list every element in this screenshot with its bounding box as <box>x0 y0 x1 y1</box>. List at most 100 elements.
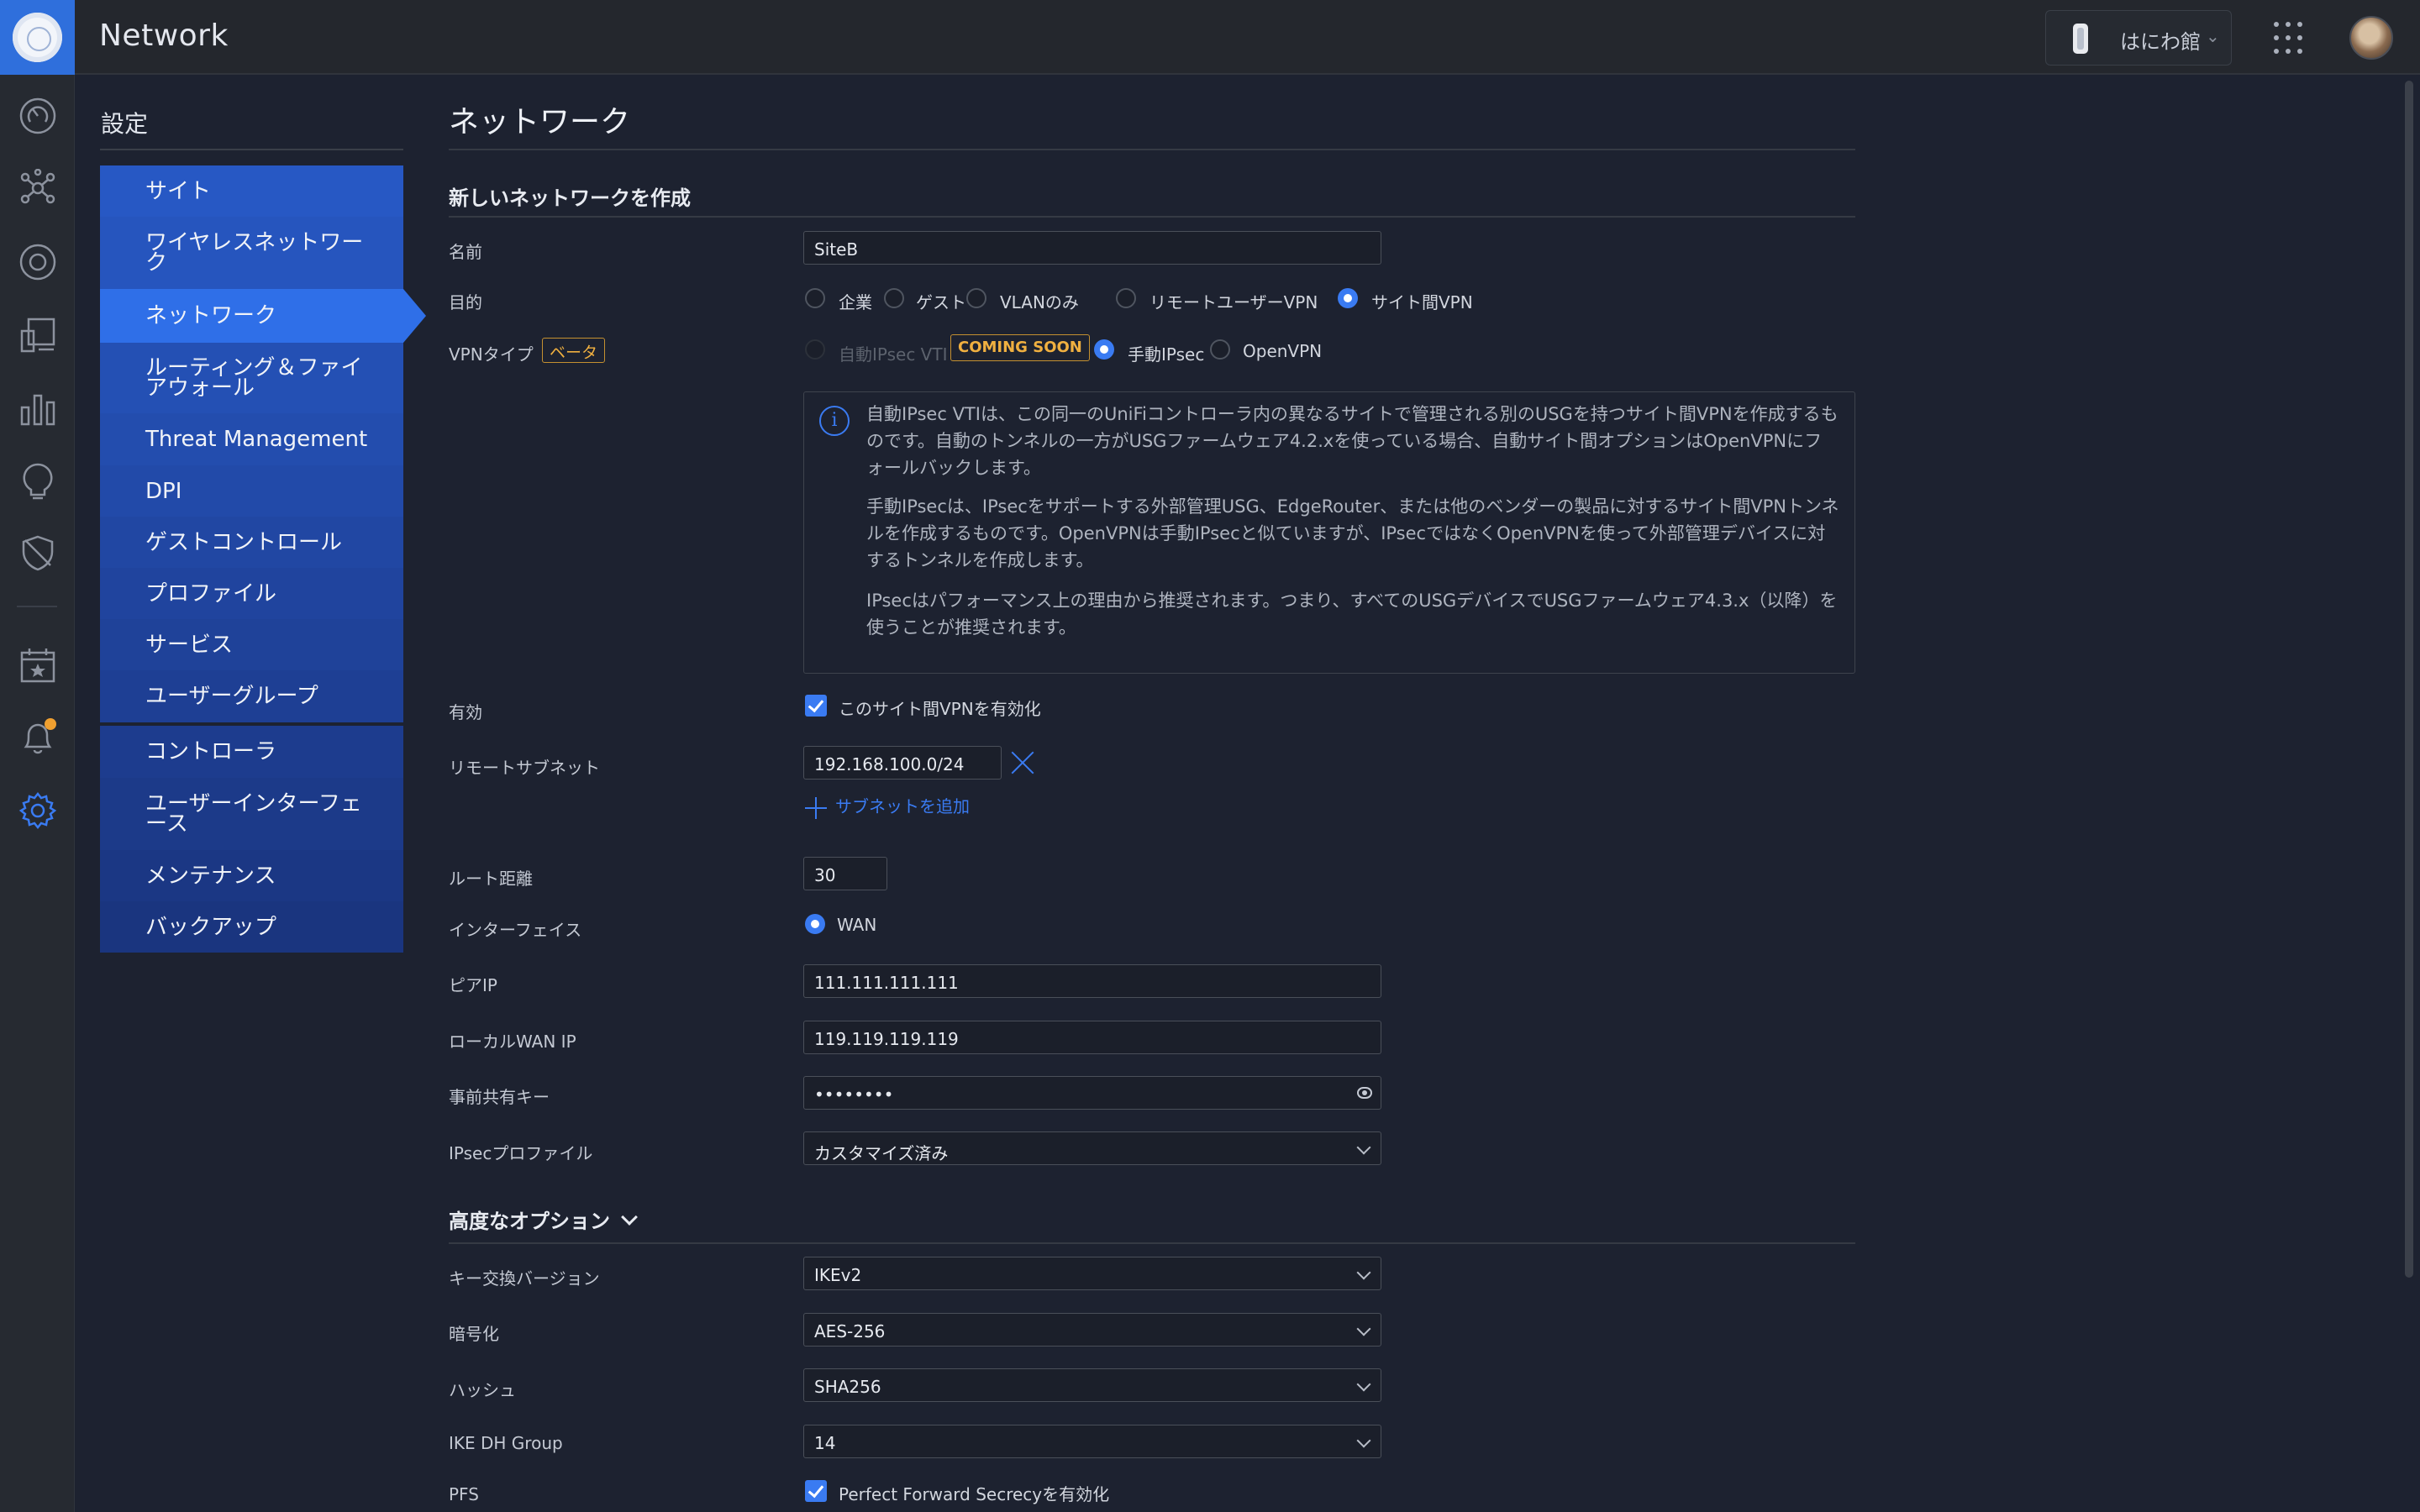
settings-gear-icon[interactable] <box>18 791 57 830</box>
events-calendar-icon[interactable] <box>18 646 57 685</box>
remove-subnet-icon[interactable] <box>1010 749 1035 774</box>
menu-item-label: サービス <box>145 632 234 658</box>
remote-subnet-input[interactable]: 192.168.100.0/24 <box>803 746 1002 780</box>
apps-grid-icon[interactable] <box>2274 22 2307 55</box>
ipsec-profile-label: IPsecプロファイル <box>449 1143 593 1163</box>
key-exchange-label: キー交換バージョン <box>449 1268 600 1289</box>
menu-item-label: ルーティング＆ファイアウォール <box>145 355 363 401</box>
site-name: はにわ館 <box>2120 30 2201 54</box>
purpose-radio-vlan-only[interactable] <box>966 288 986 308</box>
menu-item-backup[interactable]: バックアップ <box>100 901 403 953</box>
menu-item-controller[interactable]: コントローラ <box>100 726 403 778</box>
statistics-icon[interactable] <box>18 389 57 428</box>
dh-group-label: IKE DH Group <box>449 1433 563 1453</box>
name-input[interactable]: SiteB <box>803 231 1381 265</box>
gateway-device-icon <box>2073 24 2088 54</box>
dh-group-select[interactable]: 14 <box>803 1425 1381 1458</box>
dh-group-value: 14 <box>814 1433 836 1453</box>
chevron-down-icon <box>1356 1377 1371 1392</box>
info-paragraph: 自動IPsec VTIは、この同一のUniFiコントローラ内の異なるサイトで管理… <box>866 404 1839 478</box>
clients-icon[interactable] <box>18 316 57 354</box>
pfs-checkbox[interactable] <box>805 1480 827 1502</box>
purpose-option-label: VLANのみ <box>1000 292 1079 312</box>
purpose-label: 目的 <box>449 292 482 312</box>
add-subnet-link[interactable]: サブネットを追加 <box>805 793 970 819</box>
chevron-down-icon <box>1356 1140 1371 1155</box>
info-paragraph: IPsecはパフォーマンス上の理由から推奨されます。つまり、すべてのUSGデバイ… <box>866 591 1838 638</box>
route-distance-input[interactable]: 30 <box>803 857 887 890</box>
menu-item-label: ワイヤレスネットワーク <box>145 230 364 276</box>
shield-icon[interactable] <box>18 533 57 572</box>
menu-item-label: ユーザーインターフェース <box>145 791 362 837</box>
vpn-option-label: 手動IPsec <box>1128 344 1205 365</box>
key-exchange-select[interactable]: IKEv2 <box>803 1257 1381 1290</box>
devices-icon[interactable] <box>18 243 57 281</box>
purpose-radio-guest[interactable] <box>884 288 904 308</box>
menu-item-label: ユーザーグループ <box>145 684 318 709</box>
menu-item-profiles[interactable]: プロファイル <box>100 568 403 619</box>
menu-item-user-interface[interactable]: ユーザーインターフェース <box>100 778 403 850</box>
enable-vpn-checkbox[interactable] <box>805 695 827 717</box>
remote-subnet-label: リモートサブネット <box>449 758 600 778</box>
title-divider <box>449 149 1855 150</box>
menu-item-maintenance[interactable]: メンテナンス <box>100 850 403 901</box>
menu-item-site[interactable]: サイト <box>100 165 403 217</box>
menu-item-guest-control[interactable]: ゲストコントロール <box>100 517 403 568</box>
page-title: ネットワーク <box>449 105 631 139</box>
menu-item-wireless[interactable]: ワイヤレスネットワーク <box>100 217 403 289</box>
purpose-radio-site-to-site-vpn[interactable] <box>1338 288 1358 308</box>
purpose-radio-corporate[interactable] <box>805 288 825 308</box>
alerts-bell-icon[interactable] <box>18 718 57 757</box>
menu-item-routing-firewall[interactable]: ルーティング＆ファイアウォール <box>100 343 403 413</box>
vpn-radio-manual-ipsec[interactable] <box>1094 339 1114 360</box>
insights-icon[interactable] <box>18 461 57 500</box>
advanced-options-toggle[interactable]: 高度なオプション <box>449 1205 638 1234</box>
nav-divider <box>17 606 57 607</box>
vpn-type-label: VPNタイプ <box>449 344 534 365</box>
psk-input[interactable]: •••••••• <box>803 1076 1381 1110</box>
plus-icon <box>805 796 827 819</box>
purpose-option-label: ゲスト <box>916 292 966 312</box>
advanced-divider <box>449 1242 1855 1244</box>
topology-icon[interactable] <box>18 168 57 207</box>
hash-select[interactable]: SHA256 <box>803 1368 1381 1402</box>
dashboard-icon[interactable] <box>18 97 57 135</box>
logo-icon <box>13 13 62 62</box>
pfs-label: PFS <box>449 1484 479 1504</box>
show-password-eye-icon[interactable] <box>1357 1087 1372 1099</box>
local-wan-ip-input[interactable]: 119.119.119.119 <box>803 1021 1381 1054</box>
chevron-down-icon <box>1356 1265 1371 1280</box>
menu-item-label: バックアップ <box>145 914 277 940</box>
settings-title: 設定 <box>101 110 149 138</box>
interface-option-label: WAN <box>837 915 877 935</box>
enable-vpn-label: このサイト間VPNを有効化 <box>839 699 1041 719</box>
encryption-value: AES-256 <box>814 1321 886 1341</box>
pfs-checkbox-label: Perfect Forward Secrecyを有効化 <box>839 1484 1110 1504</box>
menu-item-services[interactable]: サービス <box>100 619 403 670</box>
encryption-select[interactable]: AES-256 <box>803 1313 1381 1347</box>
unifi-logo[interactable] <box>0 0 75 75</box>
menu-item-label: DPI <box>145 478 182 504</box>
purpose-radio-remote-user-vpn[interactable] <box>1116 288 1136 308</box>
menu-item-dpi[interactable]: DPI <box>100 465 403 517</box>
interface-radio-wan[interactable] <box>805 914 825 934</box>
top-bar: Network はにわ館 ⌄ <box>0 0 2420 75</box>
scrollbar[interactable] <box>2405 81 2413 1278</box>
section-divider <box>449 216 1855 218</box>
vpn-radio-openvpn[interactable] <box>1210 339 1230 360</box>
menu-item-networks[interactable]: ネットワーク <box>100 289 403 343</box>
section-title: 新しいネットワークを作成 <box>449 186 691 210</box>
hash-value: SHA256 <box>814 1377 881 1397</box>
info-icon: i <box>819 406 850 436</box>
menu-item-user-groups[interactable]: ユーザーグループ <box>100 670 403 722</box>
interface-label: インターフェイス <box>449 920 582 940</box>
site-selector[interactable]: はにわ館 ⌄ <box>2045 10 2232 66</box>
avatar[interactable] <box>2349 16 2393 60</box>
ipsec-profile-value: カスタマイズ済み <box>814 1143 949 1163</box>
menu-item-threat-management[interactable]: Threat Management <box>100 413 403 465</box>
peer-ip-input[interactable]: 111.111.111.111 <box>803 964 1381 998</box>
purpose-option-label: サイト間VPN <box>1371 292 1473 312</box>
chevron-down-icon <box>1356 1433 1371 1448</box>
advanced-options-title: 高度なオプション <box>449 1210 610 1233</box>
ipsec-profile-select[interactable]: カスタマイズ済み <box>803 1131 1381 1165</box>
